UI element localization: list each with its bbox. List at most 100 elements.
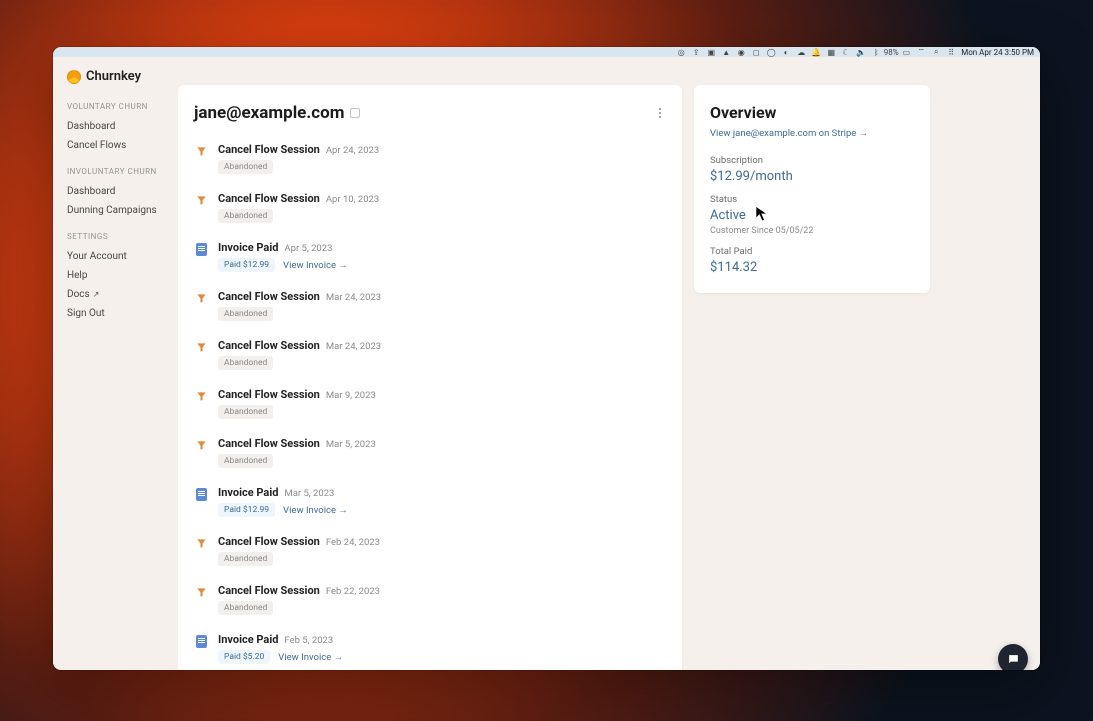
chat-fab[interactable] <box>998 644 1028 670</box>
paid-tag: Paid $5.20 <box>218 650 270 664</box>
event-title: Cancel Flow Session <box>218 143 320 156</box>
brand-name: Churnkey <box>86 69 141 84</box>
nav-item[interactable]: Dunning Campaigns <box>67 201 178 220</box>
invoice-icon <box>196 635 207 648</box>
nav-item[interactable]: Help <box>67 266 178 285</box>
funnel-icon <box>194 340 208 354</box>
event-invoice[interactable]: Invoice PaidFeb 5, 2023Paid $5.20View In… <box>194 627 666 670</box>
funnel-icon <box>194 144 208 158</box>
event-cancel-flow[interactable]: Cancel Flow SessionMar 24, 2023Abandoned <box>194 333 666 382</box>
status-value: Active <box>710 208 914 223</box>
event-title: Cancel Flow Session <box>218 535 320 548</box>
funnel-icon <box>194 389 208 403</box>
menubar-icon[interactable]: ▦ <box>826 47 836 57</box>
funnel-icon <box>194 585 208 599</box>
menubar-icon[interactable]: ◎ <box>676 47 686 57</box>
event-date: Apr 24, 2023 <box>326 145 379 156</box>
brand-logo-icon <box>67 70 81 84</box>
customer-since: Customer Since 05/05/22 <box>710 226 914 236</box>
event-title: Cancel Flow Session <box>218 339 320 352</box>
nav-item[interactable]: Your Account <box>67 247 178 266</box>
paid-tag: Paid $12.99 <box>218 258 275 272</box>
event-title: Cancel Flow Session <box>218 584 320 597</box>
abandoned-tag: Abandoned <box>218 160 273 174</box>
event-invoice[interactable]: Invoice PaidApr 5, 2023Paid $12.99View I… <box>194 235 666 284</box>
invoice-icon <box>196 488 207 501</box>
menubar-icon[interactable]: ◯ <box>766 47 776 57</box>
menubar-clock[interactable]: Mon Apr 24 3:50 PM <box>961 48 1034 57</box>
overview-card: Overview View jane@example.com on Stripe… <box>694 85 930 293</box>
menubar-icon[interactable]: 🔔 <box>811 47 821 57</box>
do-not-disturb-icon[interactable]: ☾ <box>841 47 851 57</box>
menubar-icon[interactable]: ▲ <box>721 47 731 57</box>
event-title: Cancel Flow Session <box>218 192 320 205</box>
event-cancel-flow[interactable]: Cancel Flow Session Feb 24, 2023 Abandoned <box>194 529 666 578</box>
event-date: Feb 22, 2023 <box>326 586 380 597</box>
nav-section-label: SETTINGS <box>67 232 178 241</box>
abandoned-tag: Abandoned <box>218 356 273 370</box>
view-on-stripe-link[interactable]: View jane@example.com on Stripe → <box>710 128 914 139</box>
event-date: Mar 24, 2023 <box>326 292 381 303</box>
event-cancel-flow[interactable]: Cancel Flow Session Mar 9, 2023 Abandoned <box>194 382 666 431</box>
total-paid-value: $114.32 <box>710 260 914 275</box>
view-invoice-link[interactable]: View Invoice → <box>283 505 348 516</box>
wifi-icon[interactable]: ⌔ <box>916 47 926 57</box>
event-title: Cancel Flow Session <box>218 437 320 450</box>
total-paid-label: Total Paid <box>710 246 914 257</box>
event-date: Apr 10, 2023 <box>326 194 379 205</box>
copy-icon[interactable] <box>350 108 360 118</box>
event-cancel-flow[interactable]: Cancel Flow Session Apr 24, 2023 Abandoned <box>194 137 666 186</box>
abandoned-tag: Abandoned <box>218 209 273 223</box>
event-title: Invoice Paid <box>218 633 278 646</box>
battery-icon[interactable]: ▭ <box>901 47 911 57</box>
menubar-icon[interactable]: ▣ <box>706 47 716 57</box>
control-center-icon[interactable]: ⠿ <box>946 47 956 57</box>
view-invoice-link[interactable]: View Invoice → <box>278 652 343 663</box>
event-date: Mar 9, 2023 <box>326 390 376 401</box>
sidebar: Churnkey VOLUNTARY CHURNDashboardCancel … <box>53 57 178 670</box>
subscription-label: Subscription <box>710 155 914 166</box>
event-cancel-flow[interactable]: Cancel Flow Session Mar 24, 2023 Abandoned <box>194 284 666 333</box>
more-menu-icon[interactable] <box>654 107 666 119</box>
event-title: Invoice Paid <box>218 486 278 499</box>
event-date: Feb 24, 2023 <box>326 537 380 548</box>
menubar-icon[interactable]: ⇪ <box>691 47 701 57</box>
event-cancel-flow[interactable]: Cancel Flow Session Feb 22, 2023 Abandoned <box>194 578 666 627</box>
paid-tag: Paid $12.99 <box>218 503 275 517</box>
abandoned-tag: Abandoned <box>218 552 273 566</box>
volume-icon[interactable]: 🔈 <box>856 47 866 57</box>
nav-item[interactable]: Dashboard <box>67 117 178 136</box>
event-cancel-flow[interactable]: Cancel Flow SessionMar 5, 2023Abandoned <box>194 431 666 480</box>
event-invoice[interactable]: Invoice Paid Mar 5, 2023 Paid $12.99 View I… <box>194 480 666 529</box>
abandoned-tag: Abandoned <box>218 405 273 419</box>
event-cancel-flow[interactable]: Cancel Flow Session Apr 10, 2023 Abandoned <box>194 186 666 235</box>
nav-item[interactable]: Docs↗ <box>67 285 178 304</box>
overview-title: Overview <box>710 103 914 122</box>
bluetooth-icon[interactable]: ᛒ <box>871 47 881 57</box>
view-invoice-link[interactable]: View Invoice → <box>283 260 348 271</box>
nav-section-label: VOLUNTARY CHURN <box>67 102 178 111</box>
event-date: Mar 5, 2023 <box>284 488 334 499</box>
app-window: ◎ ⇪ ▣ ▲ ◉ ◻ ◯ ◐ ☁ 🔔 ▦ ☾ 🔈 ᛒ 98% ▭ ⌔ ⌕ ⠿ … <box>53 47 1040 670</box>
funnel-icon <box>194 536 208 550</box>
event-title: Cancel Flow Session <box>218 290 320 303</box>
nav-item[interactable]: Cancel Flows <box>67 136 178 155</box>
external-link-icon: ↗ <box>93 290 100 299</box>
abandoned-tag: Abandoned <box>218 601 273 615</box>
menubar-icon[interactable]: ◻ <box>751 47 761 57</box>
menubar-icon[interactable]: ◉ <box>736 47 746 57</box>
subscription-value: $12.99/month <box>710 169 914 184</box>
funnel-icon <box>194 438 208 452</box>
menubar-icon[interactable]: ☁ <box>796 47 806 57</box>
main-area: jane@example.com Cancel Flow SessionApr … <box>178 57 1040 670</box>
abandoned-tag: Abandoned <box>218 454 273 468</box>
menubar-icon[interactable]: ◐ <box>781 47 791 57</box>
abandoned-tag: Abandoned <box>218 307 273 321</box>
macos-menubar: ◎ ⇪ ▣ ▲ ◉ ◻ ◯ ◐ ☁ 🔔 ▦ ☾ 🔈 ᛒ 98% ▭ ⌔ ⌕ ⠿ … <box>53 47 1040 57</box>
customer-timeline-card: jane@example.com Cancel Flow SessionApr … <box>178 85 682 670</box>
search-icon[interactable]: ⌕ <box>931 47 941 57</box>
event-title: Cancel Flow Session <box>218 388 320 401</box>
nav-item[interactable]: Sign Out <box>67 304 178 323</box>
nav-item[interactable]: Dashboard <box>67 182 178 201</box>
brand[interactable]: Churnkey <box>67 69 178 84</box>
